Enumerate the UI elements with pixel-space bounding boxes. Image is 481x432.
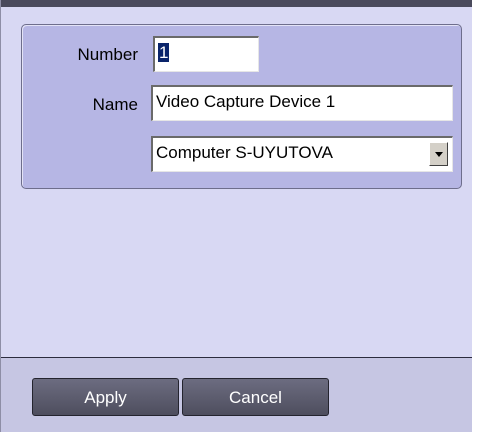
- computer-select[interactable]: Computer S-UYUTOVA: [151, 136, 453, 172]
- number-field[interactable]: 1: [153, 36, 259, 72]
- name-field[interactable]: Video Capture Device 1: [151, 85, 453, 121]
- apply-button[interactable]: Apply: [32, 378, 179, 416]
- cancel-button[interactable]: Cancel: [182, 378, 329, 416]
- computer-value: Computer S-UYUTOVA: [156, 143, 333, 162]
- name-label: Name: [92, 95, 138, 114]
- number-value: 1: [158, 43, 170, 62]
- top-border: [1, 0, 472, 7]
- chevron-down-icon[interactable]: [429, 142, 448, 166]
- name-value: Video Capture Device 1: [156, 92, 336, 111]
- number-label: Number: [77, 45, 138, 64]
- device-groupbox: Number 1 Name Video Capture Device 1 Com…: [21, 24, 462, 189]
- settings-dialog: Number 1 Name Video Capture Device 1 Com…: [0, 0, 472, 432]
